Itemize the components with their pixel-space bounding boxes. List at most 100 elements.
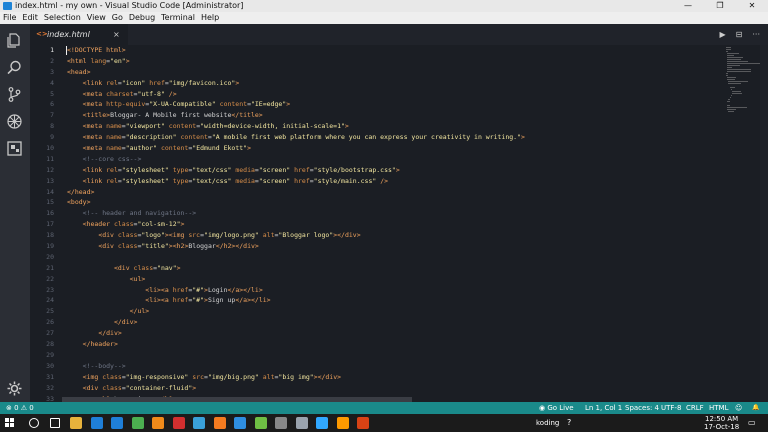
code-line[interactable]: <title>Bloggar- A Mobile first website</… — [67, 110, 687, 121]
code-line[interactable]: <meta name="viewport" content="width=dev… — [67, 121, 687, 132]
code-line[interactable]: <link rel="stylesheet" type="text/css" m… — [67, 165, 687, 176]
menu-file[interactable]: File — [0, 12, 19, 24]
minimap[interactable] — [690, 45, 762, 145]
vscode-icon[interactable] — [234, 417, 246, 429]
minimize-button[interactable]: — — [672, 0, 704, 12]
menu-go[interactable]: Go — [109, 12, 126, 24]
feedback-icon[interactable]: ☺ — [735, 402, 742, 414]
code-line[interactable]: </div> — [67, 328, 687, 339]
menu-debug[interactable]: Debug — [126, 12, 158, 24]
restore-button[interactable]: ❐ — [704, 0, 736, 12]
menu-terminal[interactable]: Terminal — [158, 12, 198, 24]
minimap-line — [732, 91, 741, 92]
code-token: <head> — [67, 67, 91, 76]
code-line[interactable]: <div class="container-fluid"> — [67, 383, 687, 394]
code-line[interactable] — [67, 252, 687, 263]
code-line[interactable]: <header class="col-sm-12"> — [67, 219, 687, 230]
action-center-icon[interactable]: ▭ — [748, 418, 756, 427]
code-line[interactable]: <link rel="stylesheet" type="text/css" m… — [67, 176, 687, 187]
debug-icon[interactable] — [6, 113, 23, 130]
code-line[interactable]: <meta charset="utf-8" /> — [67, 89, 687, 100]
split-editor-icon[interactable]: ⊟ — [736, 30, 743, 39]
menu-help[interactable]: Help — [198, 12, 222, 24]
code-line[interactable]: </div> — [67, 317, 687, 328]
more-actions-icon[interactable]: ··· — [752, 30, 760, 39]
code-line[interactable]: <meta name="description" content="A mobi… — [67, 132, 687, 143]
opera-icon[interactable] — [172, 417, 185, 429]
code-line[interactable]: <html lang="en"> — [67, 56, 687, 67]
code-line[interactable]: <!--core css--> — [67, 154, 687, 165]
code-line[interactable]: <li><a href="#">Login</a></li> — [67, 285, 687, 296]
run-icon[interactable]: ▶ — [720, 30, 726, 39]
settings-gear-icon[interactable] — [6, 380, 23, 397]
code-line[interactable]: <div class="logo"><img src="img/logo.png… — [67, 230, 687, 241]
end-of-line[interactable]: CRLF — [686, 402, 704, 414]
media-icon[interactable] — [193, 417, 205, 429]
file-icon[interactable] — [295, 417, 308, 429]
task-view-icon[interactable] — [49, 418, 60, 428]
go-live-button[interactable]: ◉ Go Live — [539, 402, 574, 414]
extensions-icon[interactable] — [6, 140, 23, 157]
code-line[interactable]: <ul> — [67, 274, 687, 285]
code-token: </a></li> — [227, 285, 263, 294]
notepad-icon[interactable] — [254, 417, 267, 429]
help-icon[interactable]: ? — [567, 418, 571, 427]
vertical-scrollbar[interactable] — [760, 45, 768, 402]
minimap-line — [727, 71, 751, 72]
encoding[interactable]: UTF-8 — [661, 402, 681, 414]
cursor-position[interactable]: Ln 1, Col 1 — [585, 402, 622, 414]
code-line[interactable]: </head> — [67, 187, 687, 198]
code-token: charset — [106, 89, 134, 98]
indentation[interactable]: Spaces: 4 — [625, 402, 659, 414]
menu-view[interactable]: View — [84, 12, 109, 24]
explorer-icon[interactable] — [70, 417, 82, 429]
code-line[interactable]: <link rel="icon" href="img/favicon.ico"> — [67, 78, 687, 89]
code-line[interactable]: <div class="title"><h2>Bloggar</h2></div… — [67, 241, 687, 252]
language-mode[interactable]: HTML — [709, 402, 728, 414]
source-control-icon[interactable] — [6, 86, 23, 103]
store-icon[interactable] — [90, 417, 103, 429]
code-line[interactable]: <div class="nav"> — [67, 263, 687, 274]
line-number: 26 — [46, 318, 54, 327]
search-icon[interactable] — [29, 418, 39, 428]
files-icon[interactable] — [6, 32, 23, 49]
code-line[interactable]: </header> — [67, 339, 687, 350]
menu-edit[interactable]: Edit — [19, 12, 41, 24]
photoshop-icon[interactable] — [316, 417, 328, 429]
windows-start-icon[interactable] — [5, 418, 15, 428]
tab-close-icon[interactable]: × — [113, 24, 120, 45]
notifications-bell-icon[interactable]: 🔔 — [752, 402, 759, 414]
tab-index-html[interactable]: <> index.html × — [30, 24, 128, 45]
search-icon[interactable] — [6, 59, 23, 76]
clock-date[interactable]: 17-Oct-18 — [704, 423, 739, 431]
line-number: 32 — [46, 383, 54, 392]
menu-selection[interactable]: Selection — [41, 12, 84, 24]
code-token: type — [172, 176, 189, 185]
code-editor[interactable]: 1 2 3 4 5 6 7 8 9 10 11 12 13 14 15 16 17 18 19 20 21 22 23 24 2… — [30, 45, 768, 402]
code-line[interactable]: <body> — [67, 197, 687, 208]
steam-icon[interactable] — [275, 417, 287, 429]
code-line[interactable]: <head> — [67, 67, 687, 78]
code-line[interactable]: <!--body--> — [67, 361, 687, 372]
close-button[interactable]: ✕ — [736, 0, 768, 12]
illustrator-icon[interactable] — [336, 417, 349, 429]
vlc-icon[interactable] — [152, 417, 164, 429]
code-line[interactable]: <!-- header and navigation--> — [67, 208, 687, 219]
code-line[interactable]: <meta name="author" content="Edmund Ekot… — [67, 143, 687, 154]
code-line[interactable]: <img class="img-responsive" src="img/big… — [67, 372, 687, 383]
clock-time[interactable]: 12:50 AM — [705, 415, 738, 423]
code-line[interactable]: </ul> — [67, 306, 687, 317]
xampp-icon[interactable] — [213, 417, 226, 429]
code-token: <div — [113, 263, 134, 272]
code-line[interactable]: <meta http-equiv="X-UA-Compatible" conte… — [67, 99, 687, 110]
problems-indicator[interactable]: ⊗ 0 ⚠ 0 — [6, 402, 34, 414]
code-area[interactable]: <!DOCTYPE html> <html lang="en"> <head> <l… — [67, 45, 687, 402]
code-token: <!DOCTYPE html> — [67, 46, 126, 54]
code-line[interactable] — [67, 350, 687, 361]
code-line[interactable]: <li><a href="#">Sign up</a></li> — [67, 295, 687, 306]
chrome-icon[interactable] — [131, 417, 144, 429]
edge-icon[interactable] — [111, 417, 123, 429]
code-line[interactable]: <!DOCTYPE html> — [67, 45, 687, 56]
app-icon[interactable] — [357, 417, 369, 429]
